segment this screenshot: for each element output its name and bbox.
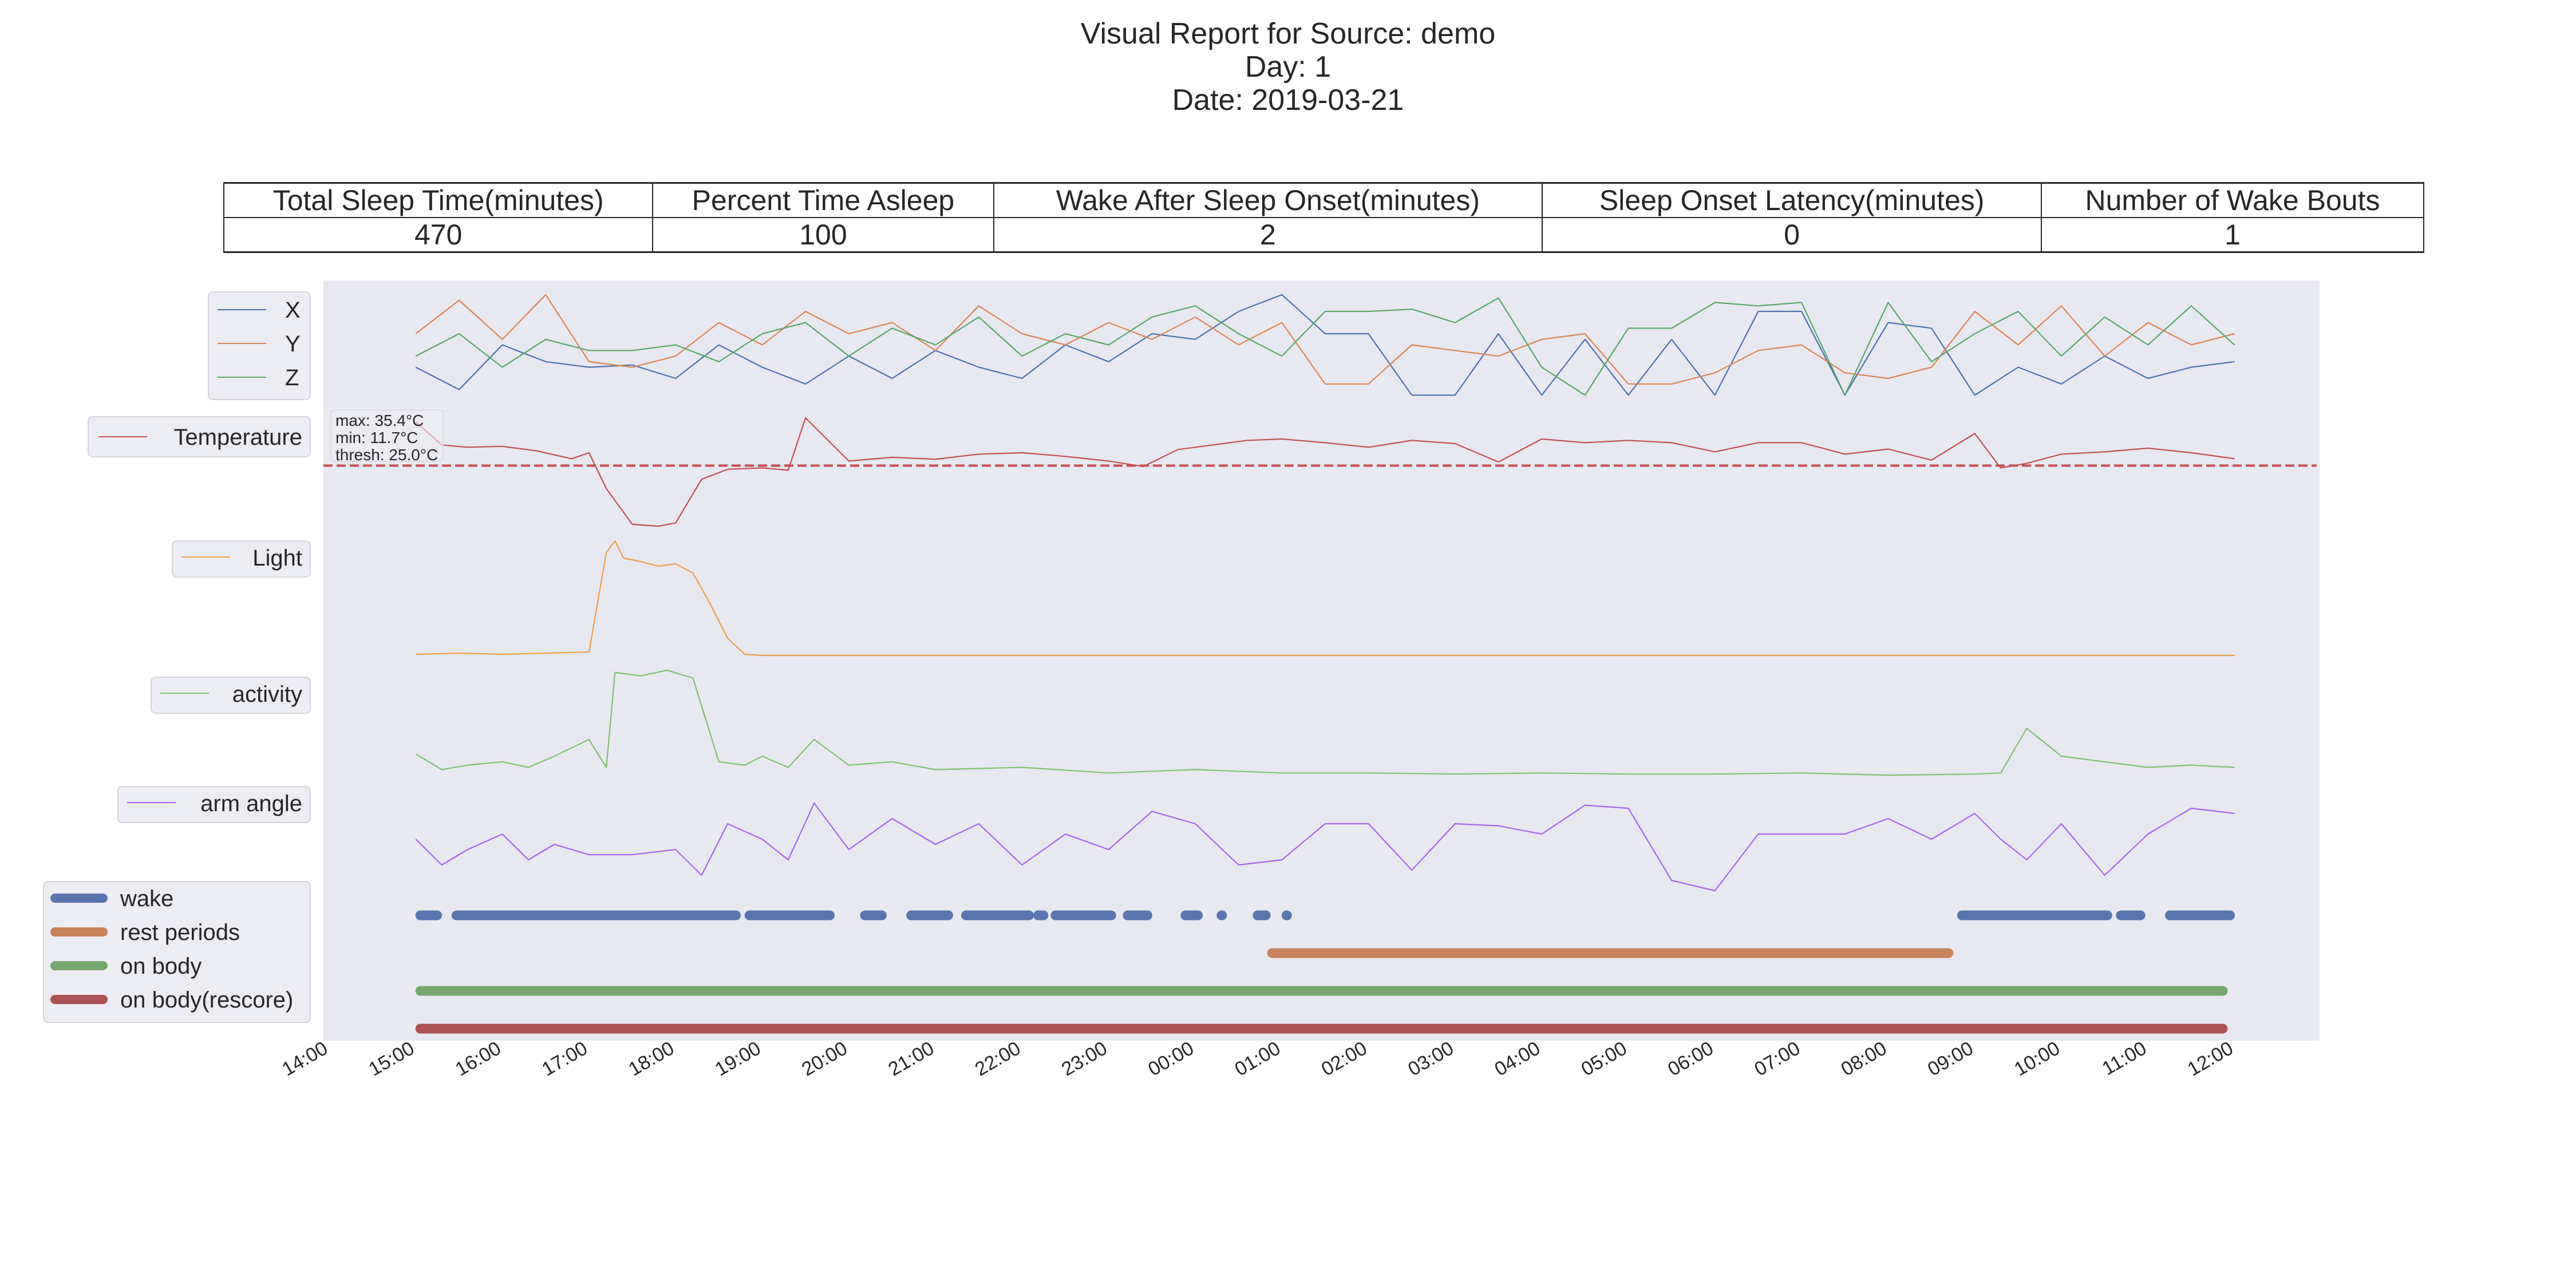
legend-sleep-bars: wake rest periods on body on body(rescor…	[43, 881, 311, 1023]
legend-z-label: Z	[285, 365, 299, 390]
x-tick-label: 20:00	[798, 1037, 851, 1080]
x-tick-label: 09:00	[1924, 1037, 1977, 1080]
legend-on-body-rescore-label: on body(rescore)	[120, 987, 293, 1013]
x-tick-label: 08:00	[1838, 1037, 1891, 1080]
x-tick-label: 23:00	[1058, 1037, 1111, 1080]
x-tick-label: 00:00	[1144, 1037, 1198, 1080]
x-tick-label: 06:00	[1664, 1037, 1717, 1080]
legend-light: Light	[172, 540, 311, 578]
x-tick-label: 15:00	[365, 1037, 418, 1080]
x-tick-label: 12:00	[2184, 1037, 2237, 1080]
legend-activity: activity	[151, 677, 311, 714]
temp-max-label: max: 35.4°C	[335, 412, 424, 429]
temp-min-label: min: 11.7°C	[335, 429, 418, 447]
plot-area-background	[323, 280, 2320, 1041]
legend-arm-angle-label: arm angle	[200, 791, 302, 816]
legend-activity-label: activity	[232, 682, 302, 707]
x-tick-label: 17:00	[538, 1037, 591, 1080]
legend-wake-label: wake	[120, 886, 173, 911]
legend-temperature: Temperature	[88, 416, 311, 457]
temp-thresh-label: thresh: 25.0°C	[335, 446, 438, 464]
x-tick-label: 03:00	[1404, 1037, 1457, 1080]
x-tick-label: 07:00	[1751, 1037, 1804, 1080]
x-tick-label: 04:00	[1491, 1037, 1544, 1080]
x-tick-label: 02:00	[1318, 1037, 1371, 1080]
x-axis-ticks: 14:00 15:00 16:00 17:00 18:00 19:00 20:00 21:00…	[278, 1037, 2237, 1080]
x-tick-label: 22:00	[971, 1037, 1025, 1080]
panel-backgrounds	[323, 280, 2320, 1041]
legend-temperature-label: Temperature	[173, 425, 302, 450]
temperature-annotation: max: 35.4°C min: 11.7°C thresh: 25.0°C	[330, 409, 444, 464]
x-tick-label: 18:00	[625, 1037, 678, 1080]
x-tick-label: 05:00	[1578, 1037, 1631, 1080]
legend-x-label: X	[285, 298, 301, 323]
x-tick-label: 21:00	[884, 1037, 938, 1080]
legend-arm-angle: arm angle	[117, 786, 311, 823]
x-tick-label: 11:00	[2099, 1037, 2151, 1080]
x-tick-label: 19:00	[712, 1037, 765, 1080]
legend-light-label: Light	[252, 546, 302, 571]
legend-on-body-label: on body	[120, 954, 202, 979]
legend-rest-label: rest periods	[120, 920, 240, 945]
legend-y-label: Y	[285, 331, 301, 357]
x-tick-label: 10:00	[2010, 1037, 2064, 1080]
x-tick-label: 01:00	[1231, 1037, 1285, 1080]
report-chart: 14:00 15:00 16:00 17:00 18:00 19:00 20:00 21:00…	[43, 280, 2320, 1080]
x-tick-label: 16:00	[452, 1037, 505, 1080]
legend-xyz: X Y Z	[208, 291, 311, 400]
x-tick-label: 14:00	[278, 1037, 331, 1080]
